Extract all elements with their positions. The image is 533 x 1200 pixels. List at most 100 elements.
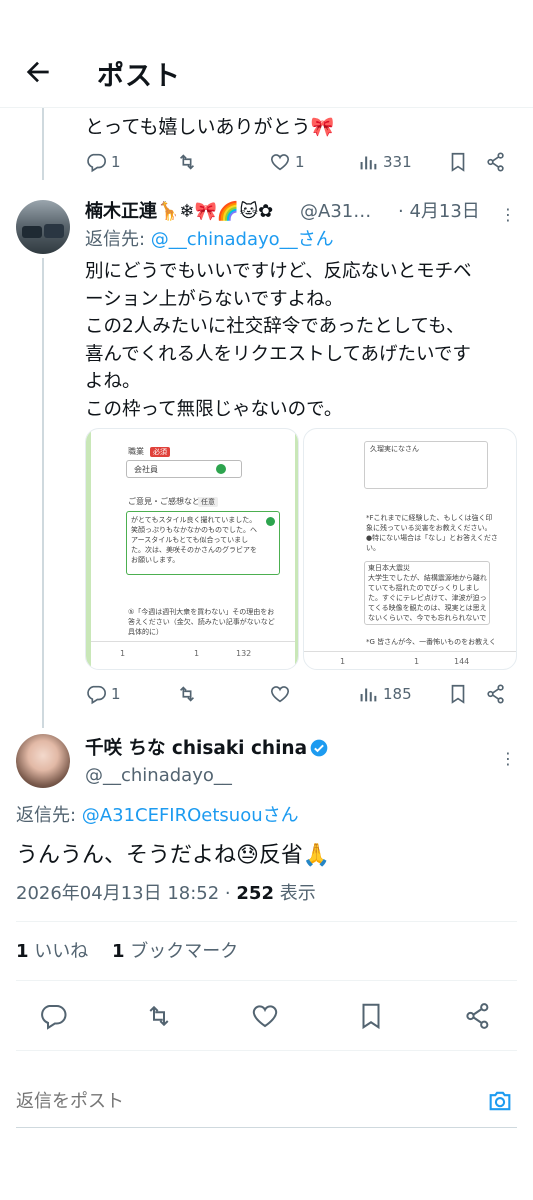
image-opinion-label: ご意見・ご感想など xyxy=(128,497,200,506)
like-total: 1 xyxy=(16,941,29,962)
tweet-line: よね。 xyxy=(85,371,141,392)
image-text: ●特にない場合は「なし」とお答えくださ xyxy=(366,534,498,542)
thread-connector xyxy=(42,258,44,728)
engagement-stats: 1 いいね 1 ブックマーク xyxy=(16,938,238,965)
reply-icon xyxy=(87,153,106,173)
reply-to-handle[interactable]: @__chinadayo__さん xyxy=(151,229,334,250)
image-text: てくる映像を観たのは、現実とは思え xyxy=(368,604,487,612)
prev-views-button[interactable]: 331 xyxy=(357,150,412,174)
image-text: 象に残っている災害をお教えください。 xyxy=(366,524,492,532)
share-icon[interactable] xyxy=(485,150,507,174)
image-text: がとてもスタイル良く撮れていました。 xyxy=(131,516,257,524)
user-avatar[interactable] xyxy=(16,734,70,788)
image-view-count: 144 xyxy=(454,657,470,666)
camera-icon[interactable] xyxy=(486,1087,514,1115)
reply-icon xyxy=(87,685,106,705)
reply-button[interactable]: 1 xyxy=(85,682,121,706)
image-text: *G 皆さんが今、一番怖いものをお教えく xyxy=(366,638,496,646)
post-meta: 2026年04月13日 18:52 · 252 表示 xyxy=(16,880,316,907)
tweet-line: この2人みたいに社交辞令であったとしても、 xyxy=(85,316,465,337)
tweet-line: この枠って無限じゃないので。 xyxy=(85,398,343,420)
image-field-label: 職業 xyxy=(128,447,144,456)
image-text: 具体的に） xyxy=(128,628,163,636)
repost-button[interactable] xyxy=(176,682,198,706)
image-text: 答えください（金欠、読みたい記事がないなど xyxy=(128,618,275,626)
user-avatar[interactable] xyxy=(16,200,70,254)
image-reply-count: 1 xyxy=(120,649,126,658)
tweet-line: ーション上がらないですよね。 xyxy=(85,288,344,310)
image-input-value: 久瑠実になさん xyxy=(370,445,419,453)
repost-icon xyxy=(179,154,195,170)
prev-like-button[interactable]: 1 xyxy=(269,150,305,174)
reply-input[interactable] xyxy=(16,1084,456,1118)
heart-icon xyxy=(270,154,290,171)
post-date[interactable]: · 4月13日 xyxy=(398,198,480,225)
verified-badge-icon xyxy=(310,739,328,757)
page-title: ポスト xyxy=(97,61,181,92)
reply-composer[interactable] xyxy=(16,1078,517,1128)
bookmark-icon[interactable] xyxy=(447,150,469,174)
more-options-icon[interactable]: ⋮ xyxy=(500,746,516,770)
views-button[interactable]: 185 xyxy=(357,682,412,706)
image-text: 笑顔っぷりもなかなかのものでした。ヘ xyxy=(131,526,257,534)
view-count: 185 xyxy=(383,685,412,703)
post-timestamp[interactable]: 2026年04月13日 18:52 · xyxy=(16,883,236,904)
reply-to-prefix: 返信先: xyxy=(85,229,151,250)
reply-to-handle[interactable]: @A31CEFIROetsuouさん xyxy=(82,805,299,826)
tweet-line: 喜んでくれる人をリクエストしてあげたいです xyxy=(85,343,471,365)
top-app-bar: ポスト xyxy=(0,0,533,108)
share-icon[interactable] xyxy=(485,682,507,706)
attached-image-left[interactable]: 職業 必須 会社員 ご意見・ご感想など 任意 がとてもスタイル良く撮れていました… xyxy=(85,428,299,670)
required-badge: 必須 xyxy=(150,447,170,457)
image-text: 大学生でしたが、結構震源地から離れ xyxy=(368,574,487,582)
heart-icon xyxy=(270,686,290,703)
repost-icon xyxy=(179,686,195,702)
check-icon xyxy=(216,464,226,474)
reply-to-prefix: 返信先: xyxy=(16,805,82,826)
back-arrow-icon[interactable] xyxy=(22,56,54,88)
divider xyxy=(16,1050,517,1051)
like-total-label[interactable]: いいね xyxy=(29,941,88,962)
share-icon[interactable] xyxy=(463,1001,493,1031)
repost-icon[interactable] xyxy=(144,1001,174,1031)
bookmark-icon[interactable] xyxy=(356,1001,386,1031)
prev-like-count: 1 xyxy=(295,153,305,171)
image-text: ⑤「今週は週刊大衆を買わない」その理由をお xyxy=(128,608,275,616)
author-name[interactable]: 千咲 ちな chisaki china xyxy=(85,735,307,762)
analytics-icon xyxy=(360,156,377,170)
like-button[interactable] xyxy=(269,682,291,706)
author-handle[interactable]: @A31… xyxy=(300,198,371,225)
attached-image-right[interactable]: 久瑠実になさん *Fこれまでに経験した、もしくは強く印 象に残っている災害をお教… xyxy=(303,428,517,670)
image-like-count: 1 xyxy=(194,649,200,658)
image-text: た。次は、美咲そのかさんのグラビアを xyxy=(131,546,257,554)
reply-to-line: 返信先: @__chinadayo__さん xyxy=(85,226,334,253)
bookmark-icon[interactable] xyxy=(447,682,469,706)
post-view-count: 252 xyxy=(236,883,274,904)
divider xyxy=(16,921,517,922)
tweet-line: 別にどうでもいいですけど、反応ないとモチベ xyxy=(85,261,472,282)
reply-icon[interactable] xyxy=(38,1001,68,1031)
bookmark-total-label[interactable]: ブックマーク xyxy=(125,941,238,962)
image-text: た。すぐにテレビ点けて、津波が迫っ xyxy=(368,594,487,602)
more-options-icon[interactable]: ⋮ xyxy=(500,202,516,226)
author-handle[interactable]: @__chinadayo__ xyxy=(85,762,232,789)
image-like-count: 1 xyxy=(414,657,420,666)
image-reply-count: 1 xyxy=(340,657,346,666)
optional-badge: 任意 xyxy=(198,497,218,507)
image-text: ていても揺れたのでびっくりしまし xyxy=(368,584,480,592)
prev-reply-button[interactable]: 1 xyxy=(85,150,121,174)
check-icon xyxy=(266,517,275,526)
prev-reply-count: 1 xyxy=(111,153,121,171)
prev-view-count: 331 xyxy=(383,153,412,171)
heart-icon[interactable] xyxy=(250,1001,280,1031)
author-name[interactable]: 楠木正連🦒❄🎀🌈🐱✿ xyxy=(85,198,273,225)
image-select-value: 会社員 xyxy=(134,465,158,474)
image-text: お願いします。 xyxy=(131,556,180,564)
tweet-body: 別にどうでもいいですけど、反応ないとモチベ ーション上がらないですよね。 この2… xyxy=(85,258,525,423)
thread-connector xyxy=(42,108,44,180)
reply-count: 1 xyxy=(111,685,121,703)
analytics-icon xyxy=(360,688,377,702)
image-text: 東日本大震災 xyxy=(368,564,410,572)
prev-repost-button[interactable] xyxy=(176,150,198,174)
bookmark-total: 1 xyxy=(112,941,125,962)
